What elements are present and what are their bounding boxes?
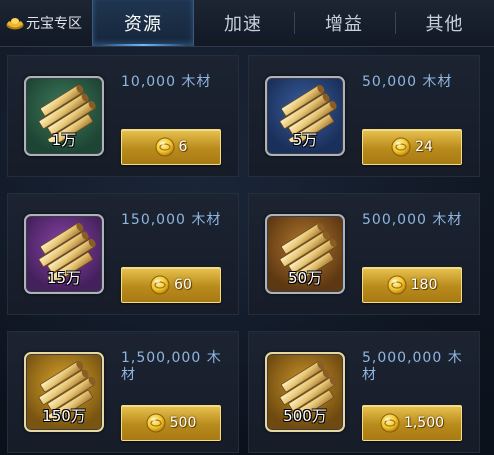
buy-button[interactable]: 6: [121, 129, 221, 165]
gold-coin-icon: [146, 413, 166, 433]
shop-item-card[interactable]: 5万 50,000 木材 24: [248, 55, 480, 177]
tab-premium-zone[interactable]: 元宝专区: [0, 0, 88, 46]
item-quantity-label: 1万: [51, 131, 77, 149]
shop-item-card[interactable]: 50万 500,000 木材 180: [248, 193, 480, 315]
tab-speedup[interactable]: 加速: [193, 0, 293, 46]
price-label: 180: [410, 277, 438, 293]
gold-coin-icon: [387, 275, 407, 295]
price-label: 1,500: [403, 415, 445, 431]
item-icon-frame: 1万: [24, 76, 104, 156]
item-title: 10,000 木材: [121, 74, 212, 90]
gold-ingot-icon: [6, 18, 24, 30]
gold-coin-icon: [150, 275, 170, 295]
shop-item-card[interactable]: 150万 1,500,000 木材 500: [7, 331, 239, 453]
tab-other[interactable]: 其他: [395, 0, 494, 46]
tab-speedup-label: 加速: [224, 14, 262, 35]
shop-item-card[interactable]: 15万 150,000 木材 60: [7, 193, 239, 315]
item-title: 500,000 木材: [362, 212, 463, 228]
tab-other-label: 其他: [425, 14, 464, 35]
tab-premium-label: 元宝专区: [26, 16, 82, 32]
item-quantity-label: 500万: [283, 407, 327, 425]
gold-coin-icon: [391, 137, 411, 157]
buy-button[interactable]: 60: [121, 267, 221, 303]
gold-coin-icon: [155, 137, 175, 157]
item-icon-frame: 15万: [24, 214, 104, 294]
item-icon-frame: 150万: [24, 352, 104, 432]
buy-button[interactable]: 180: [362, 267, 462, 303]
gold-coin-icon: [380, 413, 400, 433]
item-quantity-label: 15万: [46, 269, 82, 287]
item-quantity-label: 5万: [292, 131, 318, 149]
item-quantity-label: 50万: [287, 269, 323, 287]
item-title: 1,500,000 木材: [121, 350, 222, 383]
item-title: 150,000 木材: [121, 212, 222, 228]
item-quantity-label: 150万: [42, 407, 86, 425]
price-label: 24: [415, 139, 433, 155]
tab-boost[interactable]: 增益: [294, 0, 394, 46]
item-title: 50,000 木材: [362, 74, 453, 90]
tab-resources-label: 资源: [124, 14, 162, 35]
price-label: 60: [174, 277, 192, 293]
tab-boost-label: 增益: [325, 14, 363, 35]
item-icon-frame: 500万: [265, 352, 345, 432]
item-title: 5,000,000 木材: [362, 350, 463, 383]
tab-bar: 元宝专区 资源 加速 增益 其他: [0, 0, 494, 47]
tab-resources[interactable]: 资源: [92, 0, 194, 46]
item-icon-frame: 5万: [265, 76, 345, 156]
buy-button[interactable]: 24: [362, 129, 462, 165]
shop-item-card[interactable]: 1万 10,000 木材 6: [7, 55, 239, 177]
price-label: 500: [169, 415, 197, 431]
buy-button[interactable]: 500: [121, 405, 221, 441]
item-icon-frame: 50万: [265, 214, 345, 294]
price-label: 6: [178, 139, 188, 155]
shop-item-card[interactable]: 500万 5,000,000 木材 1,500: [248, 331, 480, 453]
buy-button[interactable]: 1,500: [362, 405, 462, 441]
